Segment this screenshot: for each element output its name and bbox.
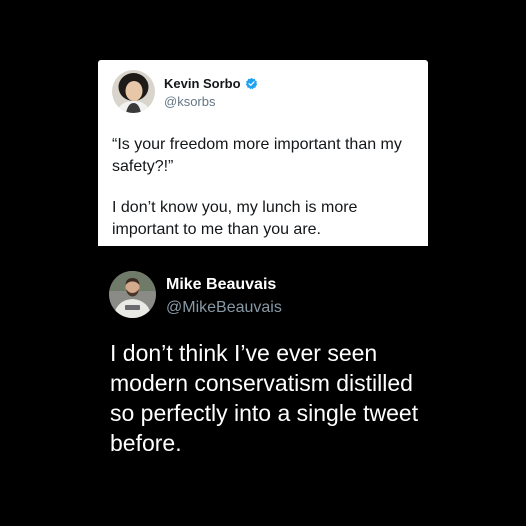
quoted-tweet-text-line-2: I don’t know you, my lunch is more impor…	[112, 199, 358, 238]
quoted-author-avatar[interactable]	[112, 70, 155, 113]
quoted-author-handle[interactable]: @ksorbs	[164, 94, 216, 109]
main-author-handle[interactable]: @MikeBeauvais	[166, 299, 282, 317]
tweet-image-canvas: Kevin Sorbo @ksorbs “Is your freedom mor…	[0, 0, 526, 526]
quoted-author-name-row: Kevin Sorbo	[164, 76, 258, 91]
main-tweet-text: I don’t think I’ve ever seen modern cons…	[110, 340, 419, 456]
main-author-avatar[interactable]	[109, 271, 156, 318]
main-author-name[interactable]: Mike Beauvais	[166, 276, 276, 294]
verified-badge-icon	[245, 77, 258, 90]
quoted-tweet-card: Kevin Sorbo @ksorbs “Is your freedom mor…	[98, 60, 428, 246]
quoted-author-name[interactable]: Kevin Sorbo	[164, 76, 241, 91]
quoted-tweet-text-line-1: “Is your freedom more important than my …	[112, 136, 402, 175]
